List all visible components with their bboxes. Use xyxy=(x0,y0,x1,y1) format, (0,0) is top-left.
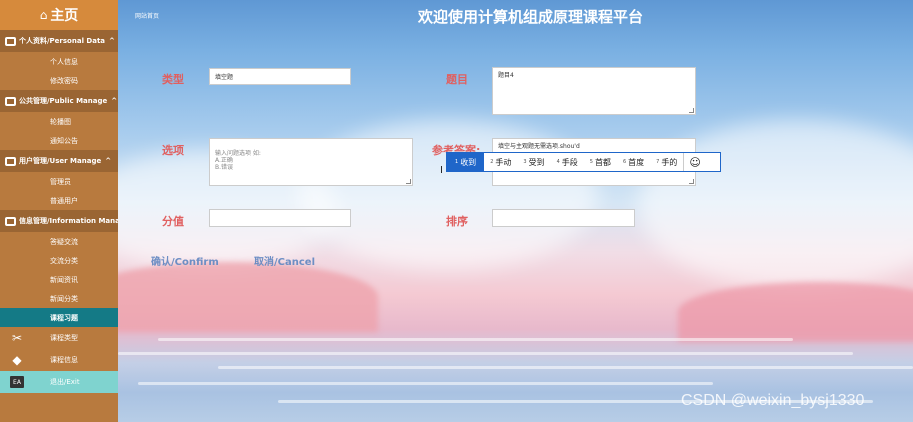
sidebar-item-qa-category[interactable]: 交流分类 xyxy=(0,251,118,270)
menu-group-label: 用户管理/User Manage xyxy=(19,157,102,165)
sidebar-item-qa[interactable]: 答疑交流 xyxy=(0,232,118,251)
chevron-up-icon: ^ xyxy=(111,97,118,105)
ime-candidate[interactable]: 6 首度 xyxy=(617,153,650,171)
sidebar-item-label: 退出/Exit xyxy=(50,378,80,386)
ime-candidate[interactable]: 3 受到 xyxy=(517,153,550,171)
sort-label: 排序 xyxy=(446,215,468,228)
resize-handle[interactable] xyxy=(689,179,694,184)
sidebar-item-news[interactable]: 新闻资讯 xyxy=(0,270,118,289)
resize-handle[interactable] xyxy=(406,179,411,184)
resize-handle[interactable] xyxy=(689,108,694,113)
menu-group-information-manage[interactable]: 信息管理/Information Manage xyxy=(0,210,118,232)
main-content: 网站首页 欢迎使用计算机组成原理课程平台 类型 填空题 题目 题目4 选项 输入… xyxy=(118,0,913,422)
sidebar-item-news-category[interactable]: 新闻分类 xyxy=(0,289,118,308)
ime-candidate[interactable]: 5 首都 xyxy=(584,153,617,171)
home-label: 主页 xyxy=(50,8,79,24)
sidebar-item-admins[interactable]: 管理员 xyxy=(0,172,118,191)
tag-icon: ◆ xyxy=(12,353,22,367)
ime-candidate[interactable]: 4 手段 xyxy=(551,153,584,171)
options-label: 选项 xyxy=(162,144,184,157)
sidebar-item-notices[interactable]: 通知公告 xyxy=(0,131,118,150)
ime-candidate[interactable]: 2 手动 xyxy=(484,153,517,171)
emoji-icon[interactable]: ☺ xyxy=(683,153,705,171)
header: 网站首页 欢迎使用计算机组成原理课程平台 xyxy=(118,0,913,32)
answer-text: 填空与主观题无需选项.shou'd xyxy=(498,143,580,150)
sort-input[interactable] xyxy=(492,209,635,227)
menu-group-personal-data[interactable]: 个人资料/Personal Data ^ xyxy=(0,30,118,52)
home-icon: ⌂ xyxy=(39,8,48,22)
score-label: 分值 xyxy=(162,215,184,228)
sidebar-item-users[interactable]: 普通用户 xyxy=(0,191,118,210)
chevron-up-icon: ^ xyxy=(109,37,115,45)
sidebar: ⌂ 主页 个人资料/Personal Data ^ 个人信息 修改密码 公共管理… xyxy=(0,0,118,422)
sidebar-item-course-info[interactable]: ◆ 课程信息 xyxy=(0,349,118,371)
network-icon xyxy=(5,216,16,226)
monitor-icon xyxy=(5,96,16,106)
question-label: 题目 xyxy=(446,73,468,86)
text-cursor-icon: Ⅰ xyxy=(440,165,443,176)
ime-candidate-bar: 1 收到 2 手动 3 受到 4 手段 5 首都 6 首度 7 手的 ☺ xyxy=(446,152,721,172)
sidebar-item-label: 课程信息 xyxy=(50,356,78,364)
exit-icon: EA xyxy=(10,376,24,388)
home-link[interactable]: ⌂ 主页 xyxy=(0,0,118,30)
question-textarea[interactable]: 题目4 xyxy=(492,67,696,115)
menu-group-public-manage[interactable]: 公共管理/Public Manage ^ xyxy=(0,90,118,112)
sidebar-item-exit[interactable]: EA 退出/Exit xyxy=(0,371,118,393)
confirm-button[interactable]: 确认/Confirm xyxy=(151,253,219,268)
sidebar-item-carousel[interactable]: 轮播图 xyxy=(0,112,118,131)
user-card-icon xyxy=(5,36,16,46)
type-label: 类型 xyxy=(162,73,184,86)
menu-group-label: 信息管理/Information Manage xyxy=(19,217,118,225)
watermark: CSDN @weixin_bysj1330 xyxy=(681,392,865,409)
tools-icon: ✂ xyxy=(11,331,23,345)
ime-candidate[interactable]: 1 收到 xyxy=(447,153,485,171)
sidebar-item-label: 课程类型 xyxy=(50,334,78,342)
chevron-up-icon: ^ xyxy=(105,157,112,165)
sidebar-item-personal-info[interactable]: 个人信息 xyxy=(0,52,118,71)
menu-group-label: 公共管理/Public Manage xyxy=(19,97,108,105)
sidebar-item-change-password[interactable]: 修改密码 xyxy=(0,71,118,90)
sidebar-item-course-type[interactable]: ✂ 课程类型 xyxy=(0,327,118,349)
score-input[interactable] xyxy=(209,209,351,227)
type-select[interactable]: 填空题 xyxy=(209,68,351,85)
menu-group-label: 个人资料/Personal Data xyxy=(19,37,106,45)
question-text: 题目4 xyxy=(498,72,514,79)
options-placeholder: 输入问题选项 如: A.正确 B.错误 xyxy=(215,150,261,171)
page-title: 欢迎使用计算机组成原理课程平台 xyxy=(417,8,643,26)
ime-candidate[interactable]: 7 手的 xyxy=(650,153,683,171)
sidebar-item-exercises[interactable]: 课程习题 xyxy=(0,308,118,327)
menu-group-user-manage[interactable]: 用户管理/User Manage ^ xyxy=(0,150,118,172)
user-icon xyxy=(5,156,16,166)
cancel-button[interactable]: 取消/Cancel xyxy=(254,253,315,268)
options-textarea[interactable]: 输入问题选项 如: A.正确 B.错误 xyxy=(209,138,413,186)
